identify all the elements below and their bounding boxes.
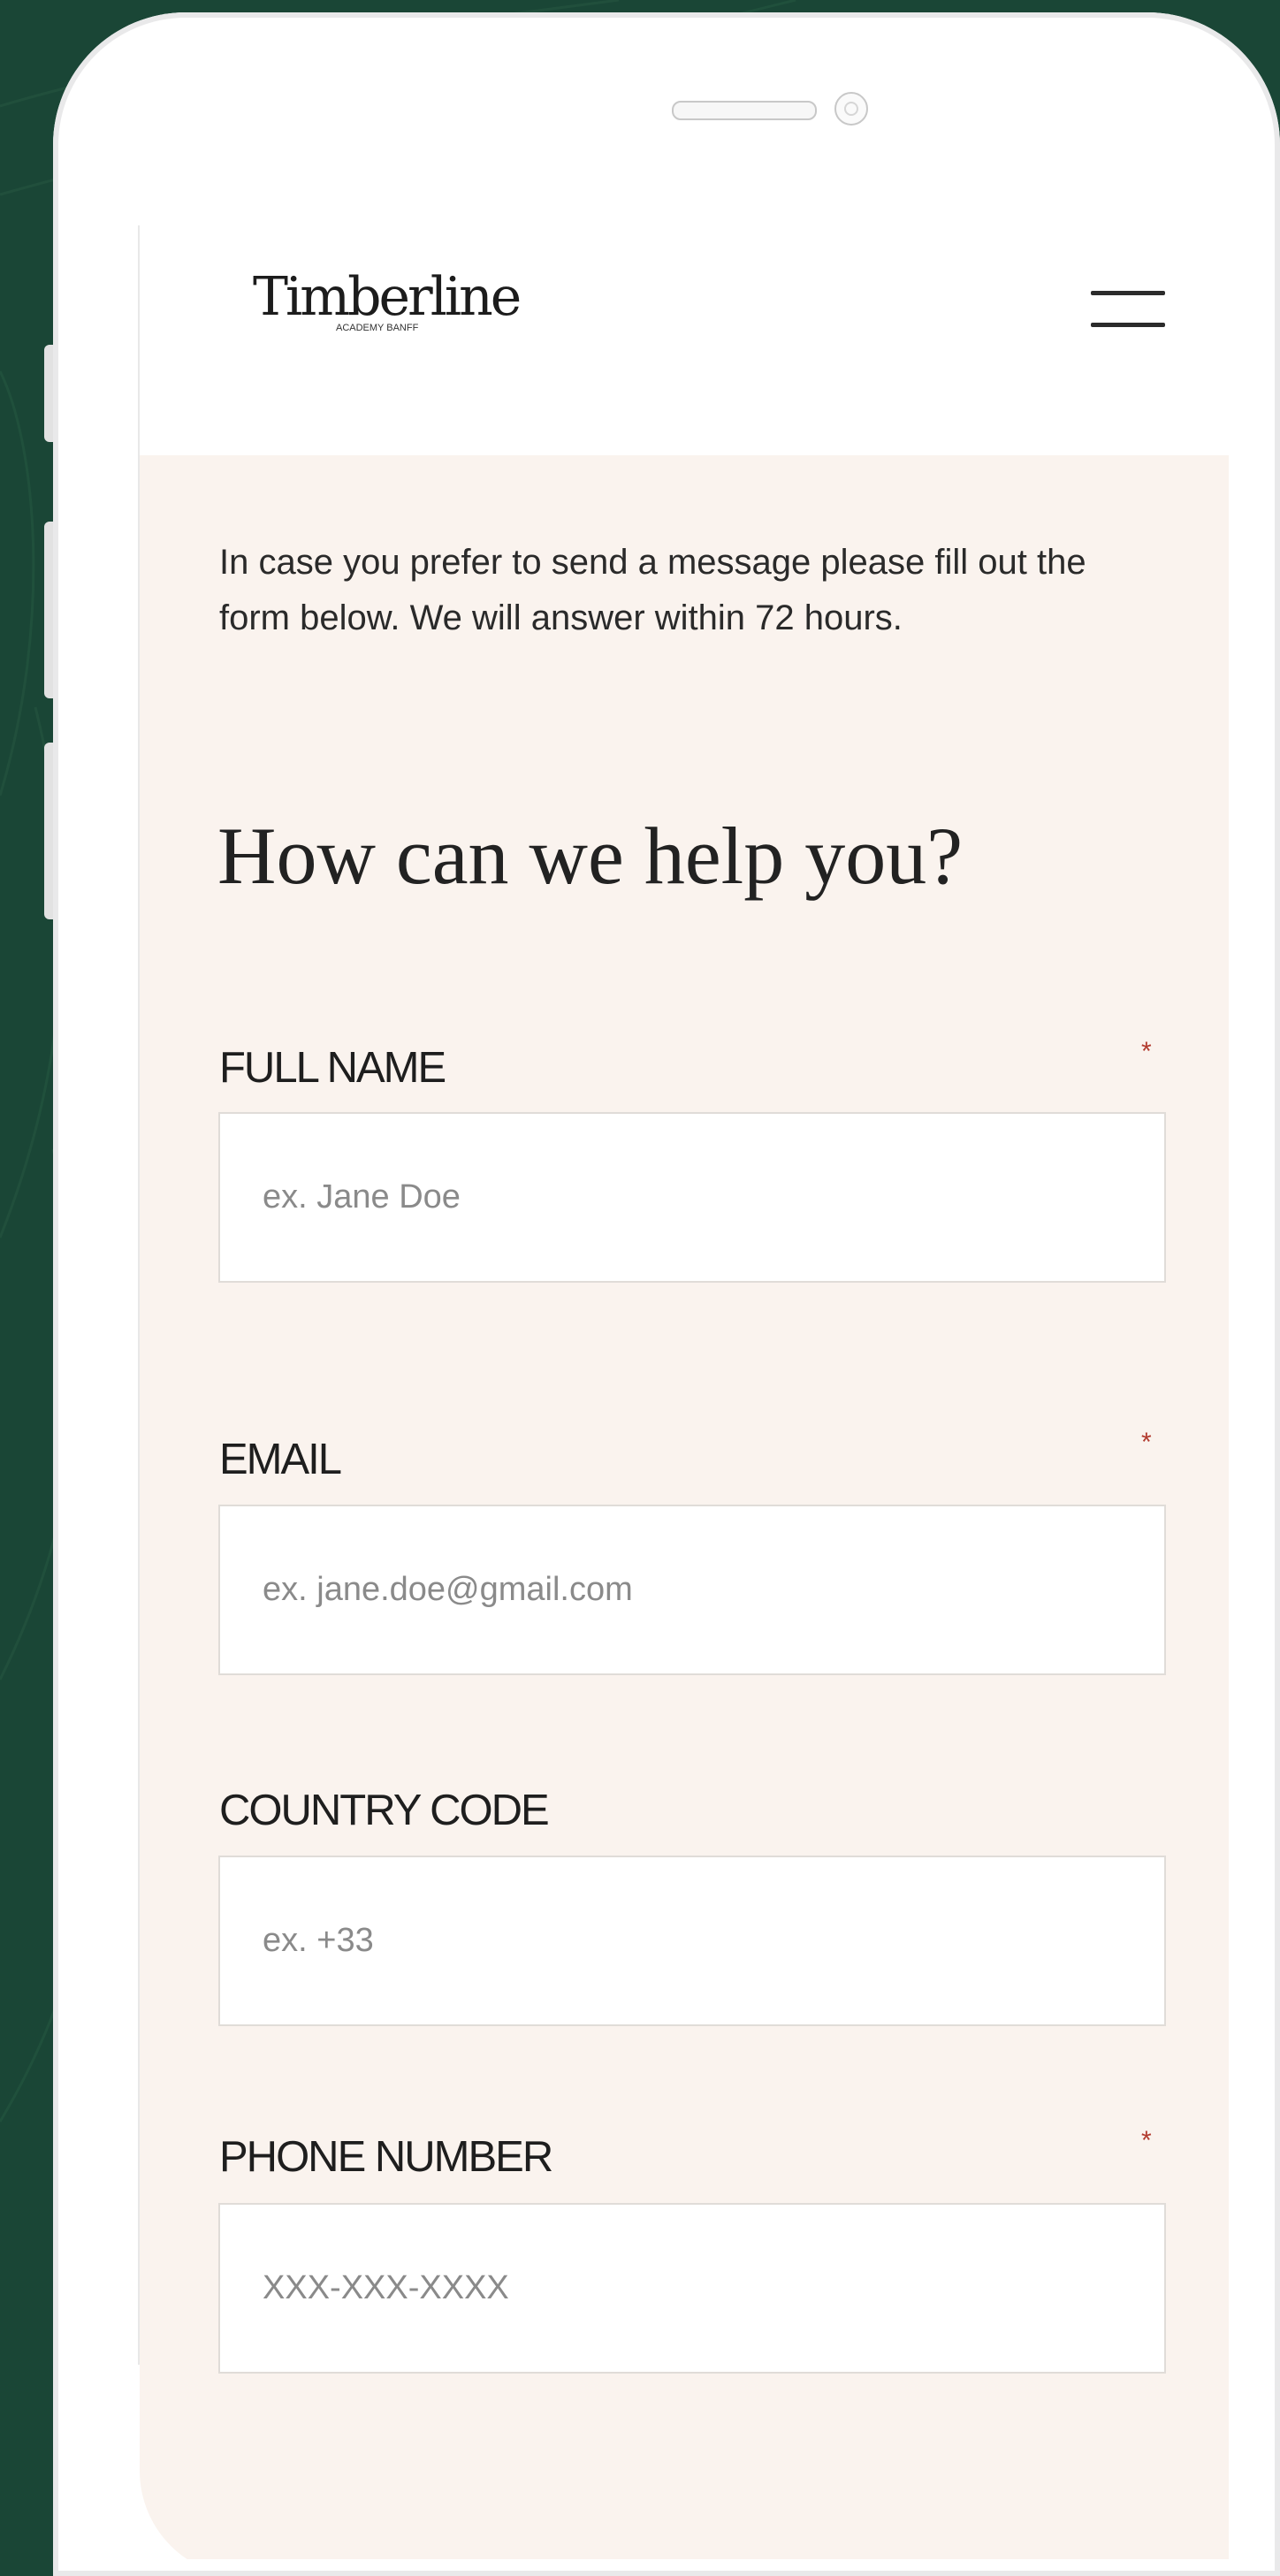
full-name-input[interactable] [218, 1112, 1166, 1283]
phone-screen: Timberline ACADEMY BANFF In case you pre… [140, 225, 1229, 2559]
phone-number-label: PHONE NUMBER [219, 2133, 553, 2181]
speaker-icon [672, 101, 817, 120]
brand-logo[interactable]: Timberline ACADEMY BANFF [253, 266, 522, 333]
country-code-label: COUNTRY CODE [219, 1787, 550, 1834]
intro-text: In case you prefer to send a message ple… [219, 543, 1086, 637]
country-code-input[interactable] [218, 1856, 1166, 2026]
phone-number-input[interactable] [218, 2203, 1166, 2374]
phone-number-required-mark: * [1141, 2126, 1152, 2155]
camera-icon [834, 92, 868, 126]
full-name-label: FULL NAME [219, 1044, 446, 1092]
email-label: EMAIL [219, 1436, 342, 1483]
hamburger-menu-icon[interactable] [1087, 273, 1169, 344]
top-nav: Timberline ACADEMY BANFF [140, 225, 1229, 455]
email-input[interactable] [218, 1505, 1166, 1675]
brand-name: Timberline [253, 266, 522, 328]
contact-form-section: In case you prefer to send a message ple… [140, 455, 1229, 2559]
email-required-mark: * [1141, 1428, 1152, 1457]
full-name-required-mark: * [1141, 1037, 1152, 1066]
page-title: How can we help you? [217, 811, 964, 901]
